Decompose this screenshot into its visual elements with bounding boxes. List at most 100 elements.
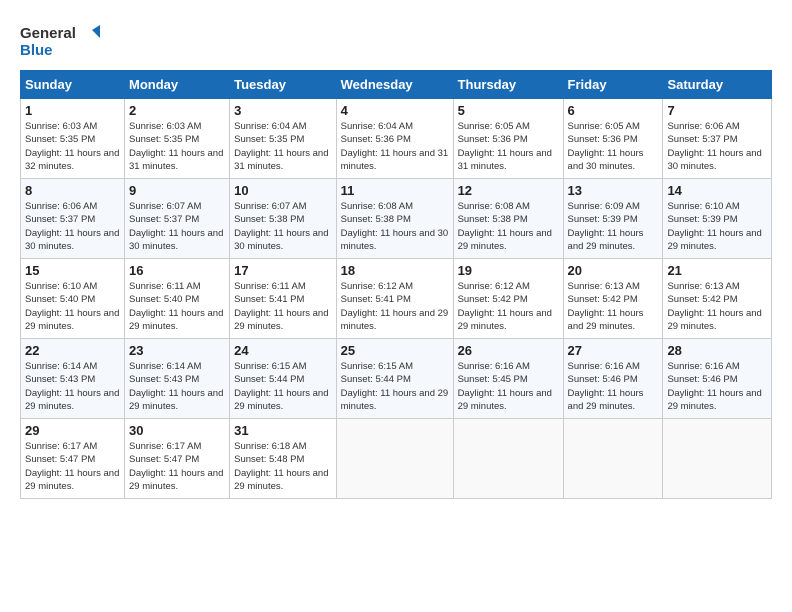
day-info: Sunrise: 6:10 AMSunset: 5:40 PMDaylight:… — [25, 280, 120, 333]
calendar-cell — [663, 419, 772, 499]
day-info: Sunrise: 6:10 AMSunset: 5:39 PMDaylight:… — [667, 200, 767, 253]
calendar-week-row: 22 Sunrise: 6:14 AMSunset: 5:43 PMDayligh… — [21, 339, 772, 419]
calendar-cell: 26 Sunrise: 6:16 AMSunset: 5:45 PMDayligh… — [453, 339, 563, 419]
day-number: 14 — [667, 183, 767, 198]
calendar-cell: 3 Sunrise: 6:04 AMSunset: 5:35 PMDaylight… — [230, 99, 337, 179]
day-info: Sunrise: 6:16 AMSunset: 5:46 PMDaylight:… — [568, 360, 659, 413]
day-number: 23 — [129, 343, 225, 358]
calendar-cell: 10Sunrise: 6:07 AMSunset: 5:38 PMDayligh… — [230, 179, 337, 259]
day-number: 25 — [341, 343, 449, 358]
calendar-cell: 12Sunrise: 6:08 AMSunset: 5:38 PMDayligh… — [453, 179, 563, 259]
day-number: 1 — [25, 103, 120, 118]
day-info: Sunrise: 6:12 AMSunset: 5:41 PMDaylight:… — [341, 280, 449, 333]
day-number: 11 — [341, 183, 449, 198]
calendar-cell: 7 Sunrise: 6:06 AMSunset: 5:37 PMDaylight… — [663, 99, 772, 179]
calendar-cell — [563, 419, 663, 499]
calendar-cell: 5 Sunrise: 6:05 AMSunset: 5:36 PMDaylight… — [453, 99, 563, 179]
day-number: 29 — [25, 423, 120, 438]
calendar-cell — [453, 419, 563, 499]
day-number: 2 — [129, 103, 225, 118]
calendar-cell: 20Sunrise: 6:13 AMSunset: 5:42 PMDayligh… — [563, 259, 663, 339]
day-info: Sunrise: 6:03 AMSunset: 5:35 PMDaylight:… — [129, 120, 225, 173]
svg-text:General: General — [20, 25, 76, 42]
day-info: Sunrise: 6:09 AMSunset: 5:39 PMDaylight:… — [568, 200, 659, 253]
day-info: Sunrise: 6:16 AMSunset: 5:46 PMDaylight:… — [667, 360, 767, 413]
day-number: 8 — [25, 183, 120, 198]
day-number: 9 — [129, 183, 225, 198]
column-header-wednesday: Wednesday — [336, 71, 453, 99]
day-info: Sunrise: 6:13 AMSunset: 5:42 PMDaylight:… — [667, 280, 767, 333]
calendar-cell: 27 Sunrise: 6:16 AMSunset: 5:46 PMDayligh… — [563, 339, 663, 419]
day-number: 5 — [458, 103, 559, 118]
calendar-table: SundayMondayTuesdayWednesdayThursdayFrid… — [20, 70, 772, 499]
column-header-monday: Monday — [125, 71, 230, 99]
calendar-cell — [336, 419, 453, 499]
day-number: 16 — [129, 263, 225, 278]
day-number: 26 — [458, 343, 559, 358]
day-info: Sunrise: 6:17 AMSunset: 5:47 PMDaylight:… — [129, 440, 225, 493]
calendar-cell: 8Sunrise: 6:06 AMSunset: 5:37 PMDaylight… — [21, 179, 125, 259]
day-info: Sunrise: 6:14 AMSunset: 5:43 PMDaylight:… — [25, 360, 120, 413]
day-number: 13 — [568, 183, 659, 198]
svg-text:Blue: Blue — [20, 42, 53, 59]
day-info: Sunrise: 6:06 AMSunset: 5:37 PMDaylight:… — [667, 120, 767, 173]
calendar-cell: 16 Sunrise: 6:11 AMSunset: 5:40 PMDayligh… — [125, 259, 230, 339]
day-number: 20 — [568, 263, 659, 278]
day-info: Sunrise: 6:08 AMSunset: 5:38 PMDaylight:… — [341, 200, 449, 253]
calendar-cell: 2 Sunrise: 6:03 AMSunset: 5:35 PMDaylight… — [125, 99, 230, 179]
calendar-cell: 23 Sunrise: 6:14 AMSunset: 5:43 PMDayligh… — [125, 339, 230, 419]
day-info: Sunrise: 6:11 AMSunset: 5:40 PMDaylight:… — [129, 280, 225, 333]
day-info: Sunrise: 6:11 AMSunset: 5:41 PMDaylight:… — [234, 280, 332, 333]
day-number: 4 — [341, 103, 449, 118]
calendar-cell: 14 Sunrise: 6:10 AMSunset: 5:39 PMDayligh… — [663, 179, 772, 259]
day-info: Sunrise: 6:05 AMSunset: 5:36 PMDaylight:… — [458, 120, 559, 173]
day-info: Sunrise: 6:16 AMSunset: 5:45 PMDaylight:… — [458, 360, 559, 413]
day-number: 19 — [458, 263, 559, 278]
day-number: 30 — [129, 423, 225, 438]
column-header-friday: Friday — [563, 71, 663, 99]
day-info: Sunrise: 6:05 AMSunset: 5:36 PMDaylight:… — [568, 120, 659, 173]
calendar-cell: 11 Sunrise: 6:08 AMSunset: 5:38 PMDayligh… — [336, 179, 453, 259]
day-number: 6 — [568, 103, 659, 118]
calendar-cell: 15 Sunrise: 6:10 AMSunset: 5:40 PMDayligh… — [21, 259, 125, 339]
calendar-cell: 21 Sunrise: 6:13 AMSunset: 5:42 PMDayligh… — [663, 259, 772, 339]
page-header: General Blue — [20, 20, 772, 60]
logo: General Blue — [20, 20, 100, 60]
calendar-cell: 13 Sunrise: 6:09 AMSunset: 5:39 PMDayligh… — [563, 179, 663, 259]
day-number: 27 — [568, 343, 659, 358]
day-number: 28 — [667, 343, 767, 358]
calendar-cell: 19 Sunrise: 6:12 AMSunset: 5:42 PMDayligh… — [453, 259, 563, 339]
column-header-saturday: Saturday — [663, 71, 772, 99]
calendar-week-row: 15 Sunrise: 6:10 AMSunset: 5:40 PMDayligh… — [21, 259, 772, 339]
calendar-cell: 17Sunrise: 6:11 AMSunset: 5:41 PMDayligh… — [230, 259, 337, 339]
day-number: 24 — [234, 343, 332, 358]
day-number: 15 — [25, 263, 120, 278]
day-info: Sunrise: 6:04 AMSunset: 5:35 PMDaylight:… — [234, 120, 332, 173]
column-header-sunday: Sunday — [21, 71, 125, 99]
day-number: 7 — [667, 103, 767, 118]
calendar-cell: 4 Sunrise: 6:04 AMSunset: 5:36 PMDaylight… — [336, 99, 453, 179]
day-info: Sunrise: 6:03 AMSunset: 5:35 PMDaylight:… — [25, 120, 120, 173]
day-info: Sunrise: 6:17 AMSunset: 5:47 PMDaylight:… — [25, 440, 120, 493]
day-number: 10 — [234, 183, 332, 198]
calendar-cell: 28 Sunrise: 6:16 AMSunset: 5:46 PMDayligh… — [663, 339, 772, 419]
calendar-cell: 30 Sunrise: 6:17 AMSunset: 5:47 PMDayligh… — [125, 419, 230, 499]
day-number: 31 — [234, 423, 332, 438]
day-number: 3 — [234, 103, 332, 118]
day-number: 21 — [667, 263, 767, 278]
calendar-cell: 29 Sunrise: 6:17 AMSunset: 5:47 PMDayligh… — [21, 419, 125, 499]
day-info: Sunrise: 6:07 AMSunset: 5:37 PMDaylight:… — [129, 200, 225, 253]
day-info: Sunrise: 6:18 AMSunset: 5:48 PMDaylight:… — [234, 440, 332, 493]
day-number: 12 — [458, 183, 559, 198]
day-number: 18 — [341, 263, 449, 278]
day-info: Sunrise: 6:12 AMSunset: 5:42 PMDaylight:… — [458, 280, 559, 333]
calendar-week-row: 1 Sunrise: 6:03 AMSunset: 5:35 PMDaylight… — [21, 99, 772, 179]
logo-svg: General Blue — [20, 20, 100, 60]
day-info: Sunrise: 6:15 AMSunset: 5:44 PMDaylight:… — [341, 360, 449, 413]
day-info: Sunrise: 6:14 AMSunset: 5:43 PMDaylight:… — [129, 360, 225, 413]
day-number: 22 — [25, 343, 120, 358]
day-info: Sunrise: 6:04 AMSunset: 5:36 PMDaylight:… — [341, 120, 449, 173]
calendar-cell: 18 Sunrise: 6:12 AMSunset: 5:41 PMDayligh… — [336, 259, 453, 339]
calendar-week-row: 8Sunrise: 6:06 AMSunset: 5:37 PMDaylight… — [21, 179, 772, 259]
calendar-cell: 24Sunrise: 6:15 AMSunset: 5:44 PMDayligh… — [230, 339, 337, 419]
